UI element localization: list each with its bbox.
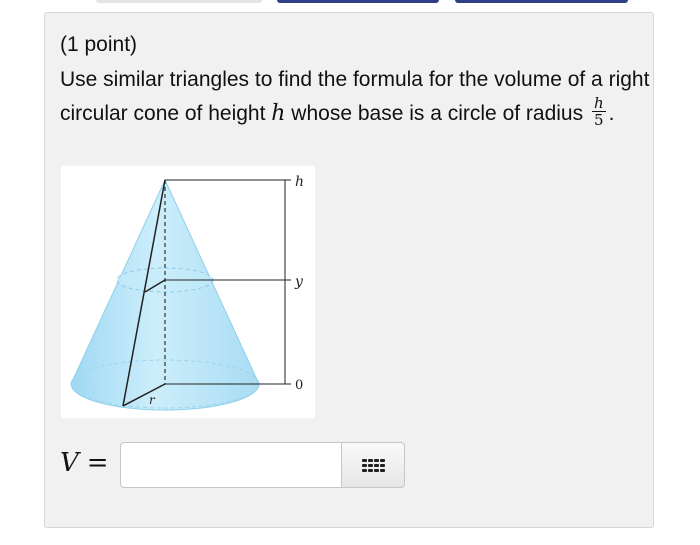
label-y: y (294, 274, 304, 290)
label-h: h (295, 174, 304, 190)
label-0: 0 (295, 378, 303, 393)
problem-statement: Use similar triangles to find the formul… (60, 63, 650, 131)
equals-sign: = (86, 448, 109, 478)
answer-input[interactable] (120, 442, 342, 488)
top-tab-2[interactable] (277, 0, 439, 3)
volume-variable: V (60, 448, 79, 478)
top-tab-1[interactable] (96, 0, 262, 3)
question-end: . (608, 102, 615, 125)
math-palette-button[interactable] (341, 442, 405, 488)
cone-figure: h y 0 r (61, 166, 315, 418)
height-variable: h (271, 101, 286, 126)
problem-points: (1 point) (60, 33, 138, 56)
fraction-numerator: h (591, 93, 606, 112)
answer-label: V = (60, 448, 109, 478)
grid-icon (361, 458, 385, 472)
question-text-part2: whose base is a circle of radius (285, 102, 589, 125)
radius-fraction: h5 (591, 93, 606, 129)
cone-diagram: h y 0 r (70, 174, 304, 411)
top-tab-3[interactable] (455, 0, 628, 3)
fraction-denominator: 5 (594, 110, 604, 129)
